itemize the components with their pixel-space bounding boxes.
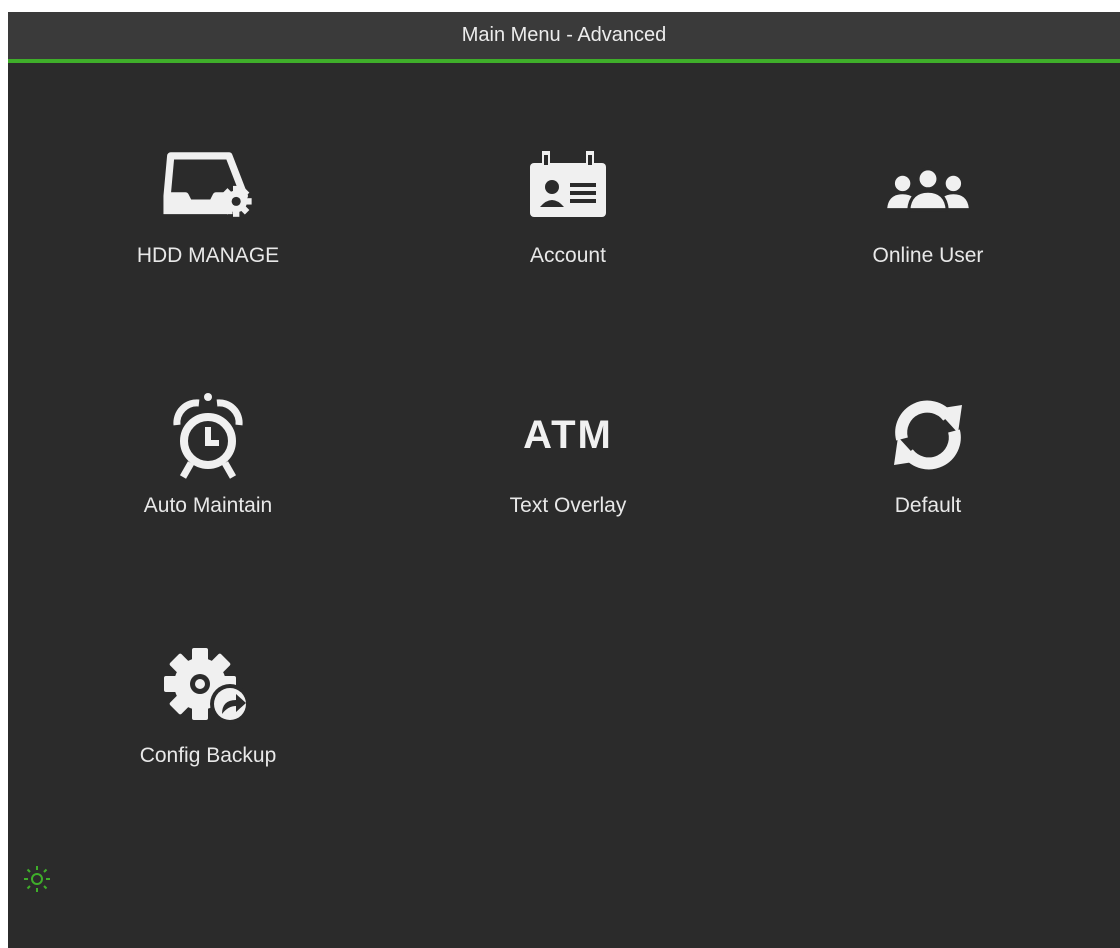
menu-item-config-backup[interactable]: Config Backup [88,640,328,840]
menu-item-label: HDD MANAGE [136,244,280,267]
menu-item-auto-maintain[interactable]: Auto Maintain [88,390,328,590]
menu-item-hdd-manage[interactable]: HDD MANAGE [88,140,328,340]
menu-item-label: Text Overlay [509,494,627,517]
gear-export-icon [158,640,258,730]
menu-item-label: Account [530,244,606,267]
online-users-icon [878,140,978,230]
alarm-clock-icon [158,390,258,480]
menu-item-label: Default [894,494,962,517]
window-title: Main Menu - Advanced [461,24,667,46]
menu-item-label: Config Backup [139,744,277,767]
hdd-manage-icon [158,140,258,230]
account-card-icon [518,140,618,230]
menu-item-text-overlay[interactable]: ATM Text Overlay [448,390,688,590]
main-menu-window: Main Menu - Advanced HDD MANAGE Account … [8,12,1120,948]
menu-item-account[interactable]: Account [448,140,688,340]
atm-icon: ATM [518,390,618,480]
title-bar: Main Menu - Advanced [8,12,1120,59]
atm-icon-text: ATM [523,412,613,457]
menu-item-label: Auto Maintain [143,494,273,517]
menu-item-online-user[interactable]: Online User [808,140,1048,340]
menu-item-default[interactable]: Default [808,390,1048,590]
title-accent-line [8,59,1120,63]
menu-item-label: Online User [872,244,984,267]
sun-icon [22,864,52,894]
refresh-icon [878,390,978,480]
